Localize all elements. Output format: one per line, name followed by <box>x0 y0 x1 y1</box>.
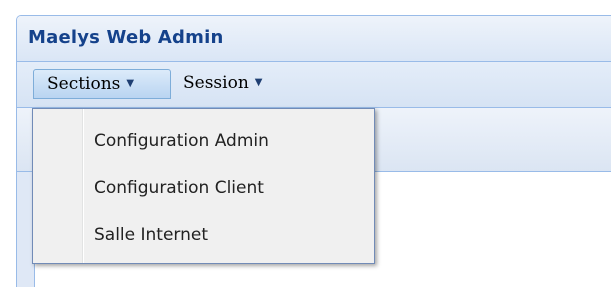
session-menu-label: Session <box>183 73 249 93</box>
session-menu-button[interactable]: Session ▼ <box>183 69 291 99</box>
sections-menu-button[interactable]: Sections ▼ <box>33 69 171 99</box>
chevron-down-icon: ▼ <box>126 78 135 89</box>
menubar: Sections ▼ Session ▼ <box>17 62 611 108</box>
window-header: Maelys Web Admin <box>17 16 611 62</box>
window-title: Maelys Web Admin <box>28 27 224 48</box>
sections-dropdown-menu: Configuration Admin Configuration Client… <box>32 108 375 264</box>
menu-item-salle-internet[interactable]: Salle Internet <box>34 211 373 259</box>
stage: Maelys Web Admin Sections ▼ Session ▼ Conf… <box>0 0 611 287</box>
chevron-down-icon: ▼ <box>254 77 263 88</box>
sections-menu-label: Sections <box>47 74 121 94</box>
menu-item-configuration-client[interactable]: Configuration Client <box>34 164 373 212</box>
menu-item-configuration-admin[interactable]: Configuration Admin <box>34 117 373 165</box>
